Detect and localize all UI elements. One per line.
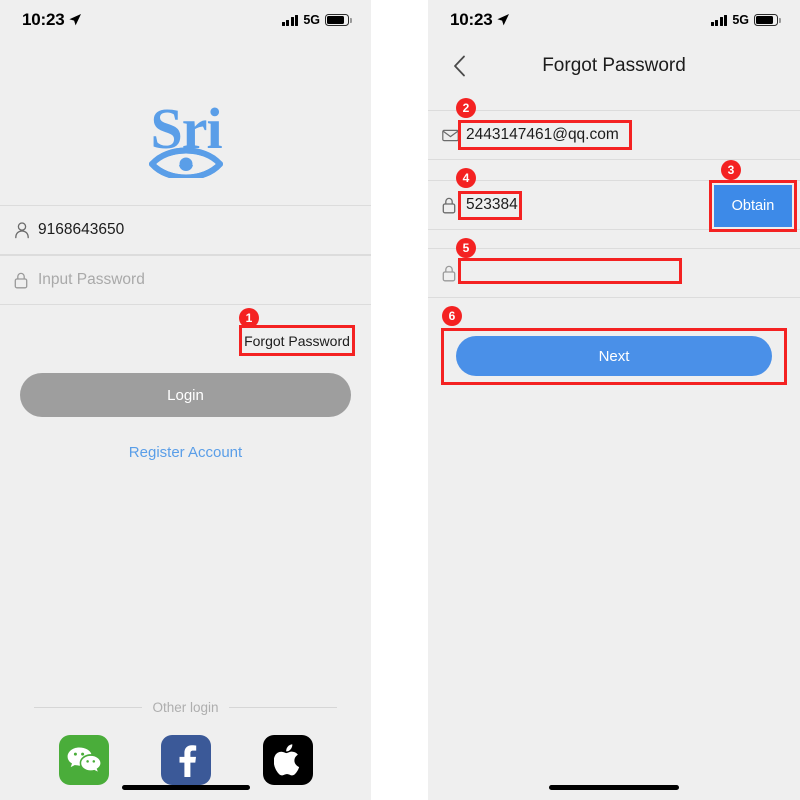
annotation-badge-4: 4 — [456, 168, 476, 188]
lock-icon — [14, 272, 38, 289]
status-bar-time-right: 10:23 — [450, 10, 493, 29]
username-field[interactable]: 9168643650 — [0, 205, 371, 255]
username-value: 9168643650 — [38, 221, 125, 238]
home-indicator-right — [549, 785, 679, 790]
app-logo: Sri — [0, 96, 371, 178]
location-arrow-icon — [497, 14, 510, 26]
obtain-button[interactable]: Obtain — [714, 185, 792, 227]
forgot-password-link[interactable]: Forgot Password — [239, 325, 355, 356]
page-title: Forgot Password — [542, 55, 686, 76]
lock-icon — [442, 265, 466, 282]
divider-line-left — [34, 707, 143, 708]
other-login-divider: Other login — [34, 700, 338, 715]
chevron-left-icon — [453, 55, 465, 77]
email-field[interactable]: 2443147461@qq.com — [428, 110, 800, 160]
status-bar-time-group: 10:23 — [22, 10, 82, 30]
facebook-login-button[interactable] — [160, 735, 211, 785]
network-type-label-right: 5G — [732, 13, 749, 27]
back-button[interactable] — [444, 51, 474, 81]
signal-bars-icon — [710, 14, 728, 26]
signal-bars-icon — [281, 14, 299, 26]
forgot-password-screen: 10:23 5G Forgot Password 2443147461@qq.c… — [428, 0, 800, 800]
wechat-icon — [67, 747, 100, 772]
login-button[interactable]: Login — [20, 373, 351, 417]
code-value: 523384 — [466, 196, 518, 213]
status-bar-left: 10:23 5G — [0, 0, 371, 40]
lock-icon — [442, 197, 466, 214]
sri-eye-logo-icon: Sri — [147, 96, 224, 178]
new-password-field[interactable] — [428, 248, 800, 298]
facebook-icon — [179, 745, 196, 777]
register-account-link[interactable]: Register Account — [0, 444, 371, 461]
screenshot-root: 10:23 5G Sri 9168643650 Input Password F… — [0, 0, 800, 800]
password-placeholder: Input Password — [38, 271, 145, 288]
next-button[interactable]: Next — [456, 336, 772, 376]
login-button-label: Login — [167, 386, 204, 404]
next-button-label: Next — [598, 347, 630, 365]
annotation-badge-2: 2 — [456, 98, 476, 118]
navigation-bar: Forgot Password — [428, 44, 800, 88]
apple-login-button[interactable] — [262, 735, 313, 785]
status-bar-indicators: 5G — [281, 13, 352, 27]
status-bar-time: 10:23 — [22, 10, 65, 29]
social-login-row — [0, 735, 371, 785]
person-icon — [14, 221, 38, 239]
network-type-label: 5G — [303, 13, 320, 27]
divider-line-right — [228, 707, 338, 708]
battery-icon — [754, 14, 781, 26]
other-login-label: Other login — [152, 700, 219, 715]
wechat-login-button[interactable] — [58, 735, 109, 785]
location-arrow-icon — [69, 14, 82, 26]
status-bar-indicators-right: 5G — [710, 13, 781, 27]
email-value: 2443147461@qq.com — [466, 126, 619, 143]
annotation-badge-1: 1 — [239, 308, 259, 328]
annotation-badge-5: 5 — [456, 238, 476, 258]
apple-icon — [273, 744, 299, 776]
password-field[interactable]: Input Password — [0, 255, 371, 305]
obtain-button-label: Obtain — [731, 198, 775, 214]
home-indicator-left — [122, 785, 250, 790]
status-bar-right: 10:23 5G — [428, 0, 800, 40]
login-screen: 10:23 5G Sri 9168643650 Input Password F… — [0, 0, 371, 800]
annotation-badge-6: 6 — [442, 306, 462, 326]
battery-icon — [325, 14, 352, 26]
envelope-icon — [442, 129, 466, 142]
annotation-badge-3: 3 — [721, 160, 741, 180]
register-account-label: Register Account — [128, 444, 243, 461]
forgot-password-label: Forgot Password — [244, 332, 350, 349]
status-bar-time-group-right: 10:23 — [450, 10, 510, 30]
